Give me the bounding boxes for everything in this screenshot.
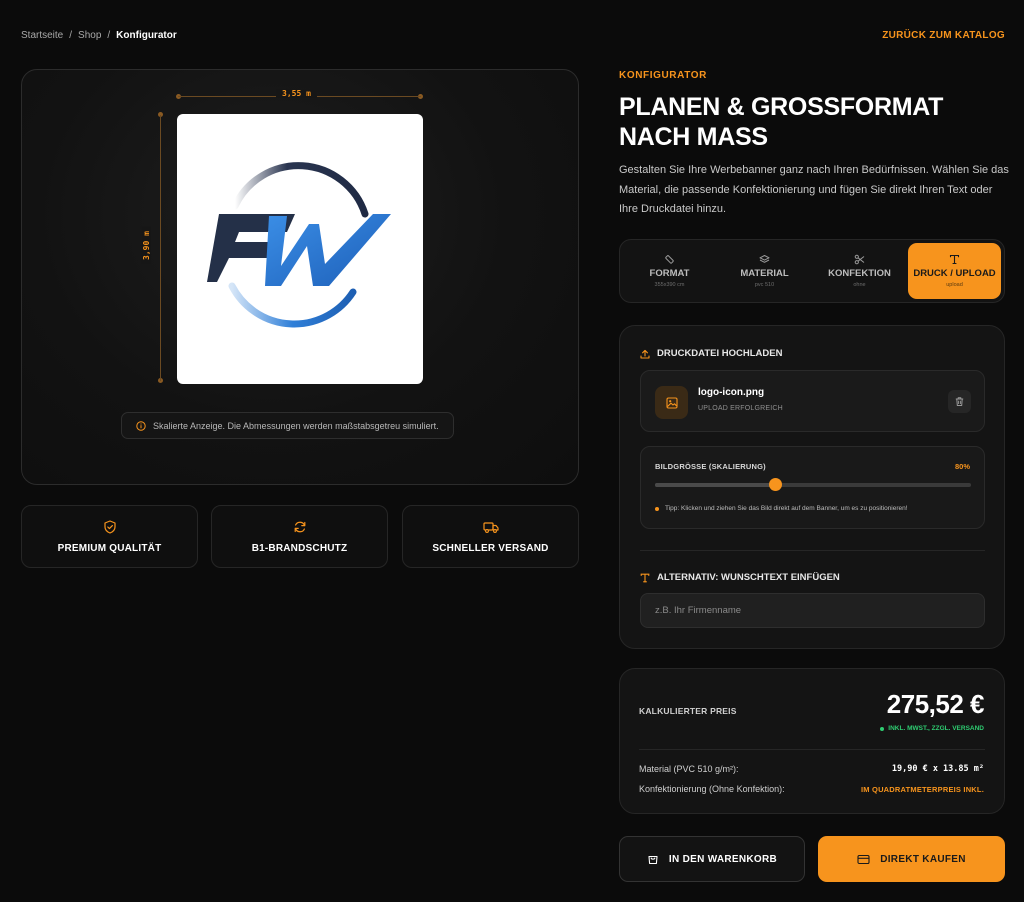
layers-icon — [759, 255, 770, 263]
scale-note-text: Skalierte Anzeige. Die Abmessungen werde… — [153, 420, 439, 431]
credit-card-icon — [857, 854, 870, 864]
file-status: UPLOAD ERFOLGREICH — [698, 405, 783, 412]
section-eyebrow: KONFIGURATOR — [619, 70, 707, 81]
feature-card-fast-shipping: SCHNELLER VERSAND — [402, 505, 579, 568]
tab-label: DRUCK / UPLOAD — [913, 268, 996, 279]
price-divider — [639, 749, 985, 750]
refresh-icon — [294, 521, 305, 532]
price-tax-note-text: INKL. MWST., ZZGL. VERSAND — [888, 725, 984, 732]
feature-label: PREMIUM QUALITÄT — [57, 542, 162, 554]
status-dot-icon — [880, 726, 885, 731]
feature-label: B1-BRANDSCHUTZ — [251, 542, 348, 554]
upload-heading-text: DRUCKDATEI HOCHLADEN — [657, 348, 783, 359]
price-tax-note: INKL. MWST., ZZGL. VERSAND — [880, 725, 984, 732]
scale-slider-fill — [655, 483, 776, 487]
breadcrumb: Startseite / Shop / Konfigurator — [21, 30, 177, 41]
scale-value: 80% — [954, 462, 970, 471]
tab-material[interactable]: MATERIAL pvc 510 — [718, 243, 811, 299]
info-icon — [136, 420, 146, 431]
banner-canvas[interactable]: FW — [177, 114, 423, 384]
tab-konfektion[interactable]: KONFEKTION ohne — [813, 243, 906, 299]
delete-file-button[interactable] — [948, 390, 971, 413]
tip-text: Tipp: Klicken und ziehen Sie das Bild di… — [665, 505, 908, 512]
ruler-icon — [665, 255, 674, 264]
add-to-cart-button[interactable]: IN DEN WARENKORB — [619, 836, 805, 882]
file-name: logo-icon.png — [698, 387, 765, 398]
type-icon — [949, 254, 960, 265]
scale-label: BILDGRÖSSE (SKALIERUNG) — [655, 462, 766, 471]
tip-bullet-icon — [655, 506, 659, 511]
uploaded-logo-image[interactable]: FW — [177, 114, 423, 384]
breadcrumb-current: Konfigurator — [116, 30, 177, 41]
positioning-tip: Tipp: Klicken und ziehen Sie das Bild di… — [655, 505, 908, 512]
tab-druck-upload[interactable]: DRUCK / UPLOAD upload — [908, 243, 1001, 299]
price-value: 275,52 € — [886, 689, 985, 719]
add-to-cart-label: IN DEN WARENKORB — [668, 853, 778, 865]
tab-sublabel: 355x390 cm — [654, 282, 685, 288]
back-to-catalog-link[interactable]: ZURÜCK ZUM KATALOG — [882, 30, 1005, 41]
breadcrumb-separator: / — [107, 30, 111, 41]
feature-card-fire-protection: B1-BRANDSCHUTZ — [211, 505, 388, 568]
tab-label: MATERIAL — [740, 268, 789, 279]
upload-heading: DRUCKDATEI HOCHLADEN — [640, 348, 782, 359]
upload-icon — [640, 349, 650, 359]
tab-sublabel: pvc 510 — [754, 282, 775, 288]
price-panel: KALKULIERTER PREIS 275,52 € INKL. MWST.,… — [619, 668, 1005, 814]
tab-sublabel: ohne — [853, 282, 866, 288]
section-divider — [640, 550, 985, 551]
type-icon — [640, 573, 650, 582]
configurator-steps: FORMAT 355x390 cm MATERIAL pvc 510 KONFE… — [619, 239, 1005, 303]
price-line-value: 19,90 € x 13.85 m² — [891, 764, 984, 774]
shopping-bag-icon — [648, 855, 658, 865]
tab-label: FORMAT — [649, 268, 690, 279]
buy-now-button[interactable]: DIREKT KAUFEN — [818, 836, 1005, 882]
trash-icon — [955, 397, 964, 406]
scissors-icon — [854, 254, 865, 265]
buy-now-label: DIREKT KAUFEN — [880, 853, 966, 865]
page-title: PLANEN & GROSSFORMAT NACH MASS — [619, 93, 944, 151]
breadcrumb-shop-link[interactable]: Shop — [78, 30, 101, 41]
width-dimension-label: 3,55 m — [276, 89, 317, 98]
tab-label: KONFEKTION — [828, 268, 891, 279]
price-line-label: Material (PVC 510 g/m²): — [639, 764, 739, 774]
file-thumbnail — [655, 386, 688, 419]
tab-sublabel: upload — [946, 282, 963, 288]
scale-slider-thumb[interactable] — [769, 478, 783, 491]
custom-text-heading-text: ALTERNATIV: WUNSCHTEXT EINFÜGEN — [657, 572, 840, 583]
price-line-value: IM QUADRATMETERPREIS INKL. — [861, 785, 984, 794]
page-description: Gestalten Sie Ihre Werbebanner ganz nach… — [619, 164, 1009, 215]
shield-check-icon — [103, 519, 116, 534]
price-label: KALKULIERTER PREIS — [639, 706, 737, 716]
price-line-label: Konfektionierung (Ohne Konfektion): — [639, 784, 785, 794]
image-scale-control: BILDGRÖSSE (SKALIERUNG) 80% Tipp: Klicke… — [640, 446, 985, 529]
upload-panel: DRUCKDATEI HOCHLADEN logo-icon.png UPLOA… — [619, 325, 1005, 649]
truck-icon — [482, 521, 499, 533]
image-icon — [665, 396, 678, 409]
custom-text-input[interactable] — [640, 593, 985, 628]
height-dimension-label: 3,90 m — [141, 227, 151, 264]
breadcrumb-separator: / — [69, 30, 73, 41]
feature-card-premium-quality: PREMIUM QUALITÄT — [21, 505, 198, 568]
breadcrumb-home-link[interactable]: Startseite — [21, 30, 63, 41]
uploaded-file-card: logo-icon.png UPLOAD ERFOLGREICH — [640, 370, 985, 432]
scale-slider[interactable] — [655, 478, 971, 491]
height-dimension-line — [160, 115, 161, 381]
custom-text-heading: ALTERNATIV: WUNSCHTEXT EINFÜGEN — [640, 572, 840, 583]
feature-label: SCHNELLER VERSAND — [432, 542, 549, 554]
tab-format[interactable]: FORMAT 355x390 cm — [623, 243, 716, 299]
scale-note: Skalierte Anzeige. Die Abmessungen werde… — [121, 412, 454, 439]
